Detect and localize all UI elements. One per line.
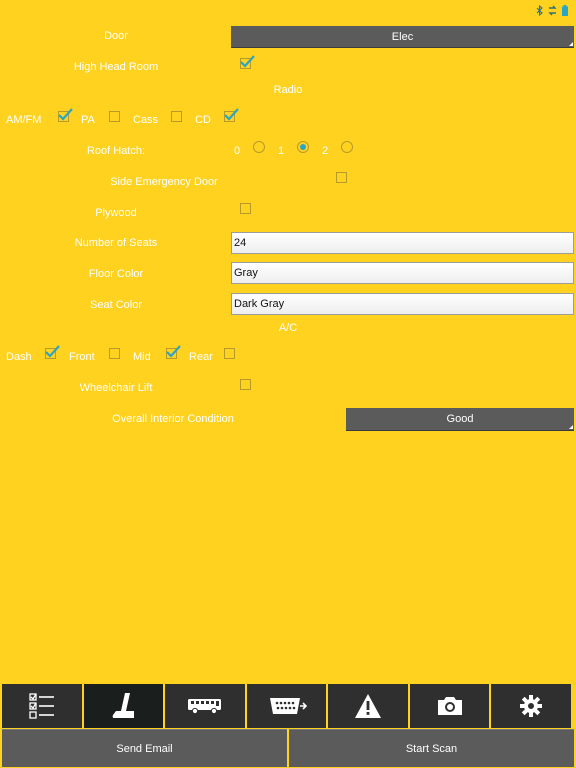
overall-interior-condition-select[interactable]: Good — [346, 408, 574, 431]
plywood-checkbox[interactable] — [240, 203, 251, 214]
gear-icon — [520, 695, 543, 717]
roof-hatch-label: Roof Hatch: — [86, 145, 146, 157]
ac-option-front-label: Front — [69, 351, 95, 363]
roof-hatch-option-2-label: 2 — [322, 145, 329, 157]
roof-hatch-option-2-radio[interactable] — [341, 141, 353, 153]
roof-hatch-option-0-radio[interactable] — [253, 141, 265, 153]
nav-settings-button[interactable] — [491, 684, 572, 728]
action-bar: Send Email Start Scan — [2, 729, 574, 767]
side-emergency-door-checkbox[interactable] — [336, 172, 347, 183]
bluetooth-icon — [536, 4, 543, 16]
checkmark-icon — [240, 55, 255, 68]
checkmark-icon — [58, 108, 73, 121]
wheelchair-lift-checkbox[interactable] — [240, 379, 251, 390]
camera-icon — [437, 697, 462, 715]
seat-color-label: Seat Color — [90, 299, 142, 311]
nav-warning-button[interactable] — [328, 684, 408, 728]
dropdown-indicator-icon — [569, 42, 573, 46]
floor-color-label: Floor Color — [88, 268, 144, 280]
data-transfer-icon — [548, 5, 557, 15]
checklist-icon — [29, 693, 54, 719]
radio-option-cd-checkbox[interactable] — [224, 108, 239, 122]
radio-option-cd-label: CD — [195, 114, 211, 126]
door-select[interactable]: Elec — [231, 26, 574, 48]
radio-option-pa-checkbox[interactable] — [109, 111, 120, 122]
radio-option-amfm-checkbox[interactable] — [58, 108, 73, 122]
number-of-seats-input[interactable]: 24 — [231, 232, 574, 254]
ac-option-rear-label: Rear — [189, 351, 213, 363]
ac-heading: A/C — [278, 322, 298, 334]
door-value: Elec — [391, 30, 414, 43]
nav-bus-button[interactable] — [165, 684, 245, 728]
nav-checklist-button[interactable] — [2, 684, 82, 728]
status-bar — [536, 4, 568, 16]
high-head-room-label: High Head Room — [73, 61, 159, 73]
dropdown-indicator-icon — [569, 425, 573, 429]
radio-option-cass-checkbox[interactable] — [171, 111, 182, 122]
door-label: Door — [104, 30, 128, 42]
nav-diagnostics-button[interactable] — [246, 684, 327, 728]
start-scan-button[interactable]: Start Scan — [289, 729, 574, 767]
bus-icon — [187, 699, 221, 715]
send-email-button[interactable]: Send Email — [2, 729, 287, 767]
floor-color-input[interactable]: Gray — [231, 262, 574, 284]
checkmark-icon — [224, 108, 239, 121]
radio-option-pa-label: PA — [81, 114, 95, 126]
warning-icon — [355, 694, 382, 718]
radio-option-cass-label: Cass — [133, 114, 159, 126]
radio-heading: Radio — [273, 84, 303, 96]
bottom-nav — [2, 684, 572, 728]
ac-option-dash-label: Dash — [6, 351, 32, 363]
seat-color-input[interactable]: Dark Gray — [231, 293, 574, 315]
ac-option-front-checkbox[interactable] — [109, 348, 120, 359]
obd-connector-icon — [269, 698, 307, 714]
nav-camera-button[interactable] — [409, 684, 490, 728]
wheelchair-lift-label: Wheelchair Lift — [79, 382, 153, 394]
ac-option-dash-checkbox[interactable] — [45, 345, 60, 359]
number-of-seats-label: Number of Seats — [74, 237, 158, 249]
ac-option-mid-checkbox[interactable] — [166, 345, 181, 359]
checkmark-icon — [166, 345, 181, 358]
ac-option-mid-label: Mid — [133, 351, 151, 363]
high-head-room-checkbox[interactable] — [240, 55, 255, 69]
roof-hatch-option-0-label: 0 — [234, 145, 241, 157]
roof-hatch-option-1-radio[interactable] — [297, 141, 309, 153]
overall-interior-condition-label: Overall Interior Condition — [112, 413, 234, 425]
checkmark-icon — [45, 345, 60, 358]
roof-hatch-option-1-label: 1 — [278, 145, 285, 157]
ac-option-rear-checkbox[interactable] — [224, 348, 235, 359]
nav-interior-button[interactable] — [83, 684, 164, 728]
overall-interior-condition-value: Good — [446, 413, 474, 425]
radio-option-amfm-label: AM/FM — [6, 114, 42, 126]
plywood-label: Plywood — [95, 207, 137, 219]
side-emergency-door-label: Side Emergency Door — [110, 176, 218, 188]
seat-icon — [113, 693, 135, 718]
battery-icon — [562, 4, 568, 16]
